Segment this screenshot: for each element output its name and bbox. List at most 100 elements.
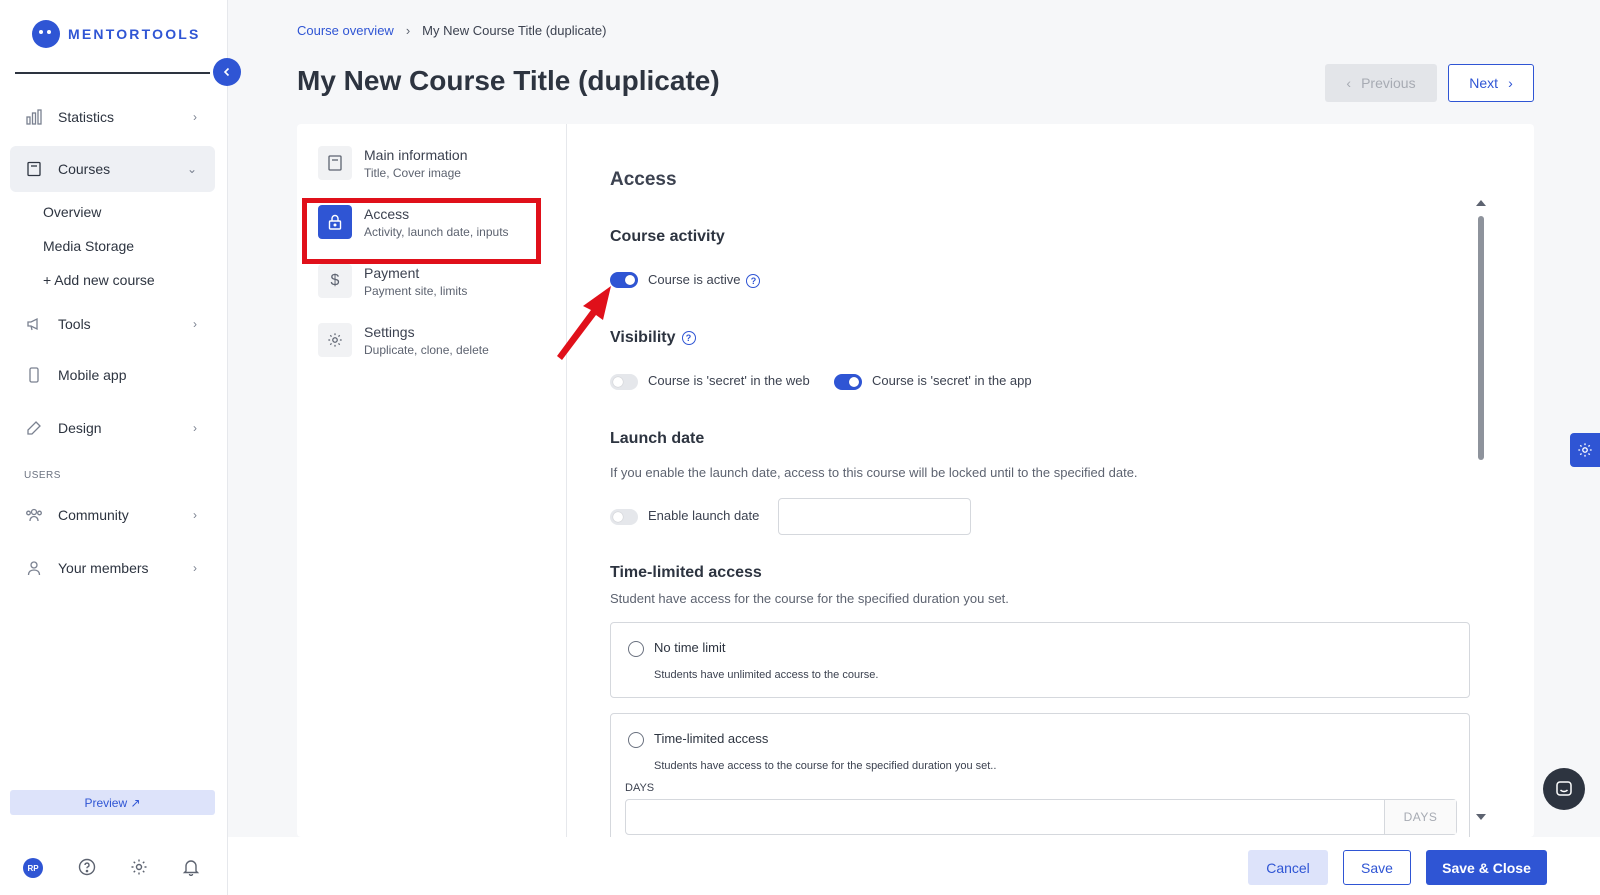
step-main-information[interactable]: Main information Title, Cover image (318, 146, 468, 182)
secret-app-label: Course is 'secret' in the app (872, 373, 1032, 388)
chevron-right-icon: › (193, 421, 197, 435)
chevron-right-icon: › (193, 508, 197, 522)
sidebar-subitem-media-storage[interactable]: Media Storage (43, 238, 134, 254)
breadcrumb-link[interactable]: Course overview (297, 23, 394, 38)
visibility-heading: Visibility? (610, 329, 696, 347)
visibility-text: Visibility (610, 329, 676, 346)
course-activity-heading: Course activity (610, 228, 725, 245)
step-title: Main information (364, 147, 468, 163)
user-icon (24, 558, 44, 578)
step-title: Settings (364, 324, 415, 340)
course-active-label: Course is active? (648, 272, 761, 288)
radio-time-limited[interactable] (628, 732, 644, 748)
chevron-right-icon: › (193, 110, 197, 124)
days-suffix: DAYS (1384, 800, 1456, 834)
breadcrumb: Course overview › My New Course Title (d… (297, 23, 606, 38)
secret-web-label: Course is 'secret' in the web (648, 373, 810, 388)
annotation-arrow (557, 286, 611, 360)
sidebar-item-statistics[interactable]: Statistics › (10, 94, 215, 140)
sidebar-item-your-members[interactable]: Your members › (10, 545, 215, 591)
chevron-right-icon: › (193, 317, 197, 331)
sidebar-item-label: Design (58, 420, 102, 436)
time-limited-description: Student have access for the course for t… (610, 591, 1009, 606)
scroll-thumb[interactable] (1478, 216, 1484, 460)
sidebar-item-label: Tools (58, 316, 91, 332)
sidebar: MENTORTOOLS Statistics › Courses ⌄ Overv… (0, 0, 228, 895)
step-subtitle: Payment site, limits (364, 284, 468, 298)
days-input[interactable]: DAYS (625, 799, 1457, 835)
sidebar-item-label: Statistics (58, 109, 115, 125)
save-close-button[interactable]: Save & Close (1426, 850, 1547, 885)
scrollbar[interactable] (1474, 200, 1488, 820)
chat-launcher-button[interactable] (1543, 768, 1585, 810)
sidebar-item-design[interactable]: Design › (10, 405, 215, 451)
chevron-right-icon: › (193, 561, 197, 575)
preview-button[interactable]: Preview ↗ (10, 790, 215, 815)
secret-app-toggle[interactable] (834, 374, 862, 390)
chevron-left-icon: ‹ (1346, 75, 1352, 91)
sidebar-item-label: Community (58, 507, 129, 523)
megaphone-icon (24, 314, 44, 334)
step-settings[interactable]: Settings Duplicate, clone, delete (318, 323, 489, 359)
floating-settings-button[interactable] (1570, 433, 1600, 467)
document-icon (318, 146, 352, 180)
cancel-button[interactable]: Cancel (1248, 850, 1328, 885)
people-icon (24, 505, 44, 525)
option-title: Time-limited access (654, 731, 769, 746)
breadcrumb-separator: › (405, 23, 411, 38)
save-button[interactable]: Save (1343, 850, 1411, 885)
logo-icon (32, 20, 60, 48)
step-access[interactable]: Access Activity, launch date, inputs (318, 205, 509, 241)
option-title: No time limit (654, 640, 726, 655)
logo[interactable]: MENTORTOOLS (32, 20, 201, 48)
step-subtitle: Title, Cover image (364, 166, 461, 180)
course-active-toggle[interactable] (610, 272, 638, 288)
help-icon[interactable] (76, 856, 98, 878)
scroll-down-arrow[interactable] (1476, 814, 1486, 820)
scroll-up-arrow[interactable] (1476, 200, 1486, 206)
sidebar-subitem-overview[interactable]: Overview (43, 204, 101, 220)
option-time-limited[interactable]: Time-limited access Students have access… (610, 713, 1470, 843)
gear-icon (318, 323, 352, 357)
step-list: Main information Title, Cover image Acce… (297, 124, 567, 837)
sidebar-item-label: Your members (58, 560, 149, 576)
avatar[interactable]: RP (23, 858, 43, 878)
sidebar-item-community[interactable]: Community › (10, 492, 215, 538)
section-title: Access (610, 169, 677, 190)
step-payment[interactable]: $ Payment Payment site, limits (318, 264, 467, 300)
chevron-down-icon: ⌄ (186, 162, 197, 176)
sidebar-item-courses[interactable]: Courses ⌄ (10, 146, 215, 192)
sidebar-item-tools[interactable]: Tools › (10, 301, 215, 347)
help-icon[interactable]: ? (746, 273, 761, 288)
launch-date-input[interactable] (778, 498, 971, 535)
gear-icon (1578, 443, 1592, 457)
sidebar-item-label: Courses (58, 161, 111, 177)
option-no-time-limit[interactable]: No time limit Students have unlimited ac… (610, 622, 1470, 698)
gear-icon[interactable] (128, 856, 150, 878)
phone-icon (24, 365, 44, 385)
sidebar-subitem-add-course[interactable]: + Add new course (43, 272, 155, 288)
launch-date-description: If you enable the launch date, access to… (610, 465, 1138, 480)
page-title: My New Course Title (duplicate) (297, 65, 720, 96)
lock-icon (318, 205, 352, 239)
sidebar-item-mobile-app[interactable]: Mobile app (10, 352, 215, 398)
next-button[interactable]: Next › (1448, 64, 1534, 102)
collapse-sidebar-button[interactable] (213, 58, 241, 86)
launch-date-toggle[interactable] (610, 509, 638, 525)
step-subtitle: Duplicate, clone, delete (364, 343, 489, 357)
logo-text: MENTORTOOLS (68, 26, 201, 42)
help-icon[interactable]: ? (681, 330, 696, 345)
radio-no-time-limit[interactable] (628, 641, 644, 657)
course-active-text: Course is active (648, 272, 741, 287)
chevron-right-icon: › (1508, 75, 1513, 91)
time-limited-heading: Time-limited access (610, 564, 762, 581)
bell-icon[interactable] (180, 856, 202, 878)
previous-button[interactable]: ‹ Previous (1325, 64, 1437, 102)
course-editor-card: Main information Title, Cover image Acce… (297, 124, 1534, 843)
secret-web-toggle[interactable] (610, 374, 638, 390)
chevron-left-icon (223, 67, 230, 77)
step-subtitle: Activity, launch date, inputs (364, 225, 509, 239)
sidebar-item-label: Mobile app (58, 367, 127, 383)
option-description: Students have access to the course for t… (654, 760, 997, 772)
launch-date-label: Enable launch date (648, 508, 760, 523)
